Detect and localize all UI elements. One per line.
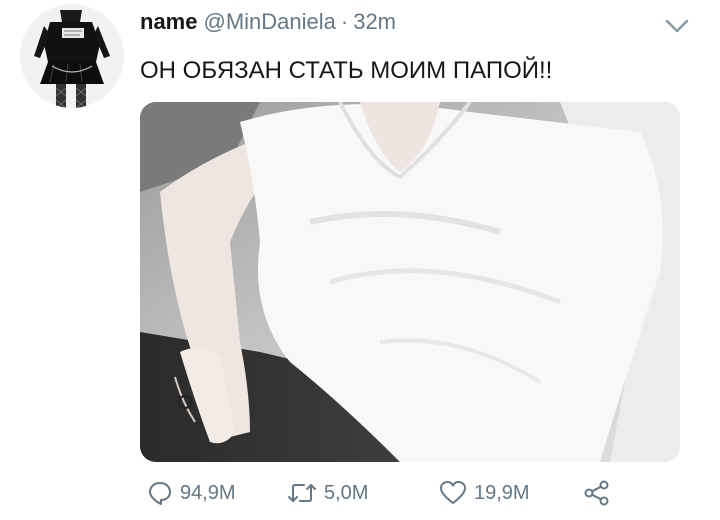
display-name[interactable]: name bbox=[140, 9, 197, 34]
tweet-header: name @MinDaniela · 32m bbox=[140, 8, 396, 36]
retweet-count: 5,0M bbox=[324, 481, 369, 504]
retweet-icon bbox=[288, 484, 316, 502]
reply-count: 94,9M bbox=[180, 481, 236, 504]
avatar[interactable] bbox=[20, 4, 124, 108]
share-button[interactable] bbox=[582, 476, 618, 510]
tweet-media-image[interactable] bbox=[140, 102, 680, 462]
share-icon bbox=[584, 480, 609, 506]
retweet-button[interactable]: 5,0M bbox=[286, 476, 368, 510]
timestamp[interactable]: 32m bbox=[353, 9, 396, 34]
avatar-image bbox=[20, 4, 124, 108]
like-count: 19,9M bbox=[474, 481, 530, 504]
user-handle[interactable]: @MinDaniela bbox=[203, 9, 335, 34]
heart-icon bbox=[440, 481, 466, 504]
separator-dot: · bbox=[340, 9, 349, 34]
tweet-text: ОН ОБЯЗАН СТАТЬ МОИМ ПАПОЙ!! bbox=[140, 57, 553, 84]
reply-icon bbox=[149, 482, 171, 505]
tweet: name @MinDaniela · 32m ОН ОБЯЗАН СТАТЬ МОИМ… bbox=[0, 0, 720, 520]
tweet-actions: 94,9M 5,0M 19,9M bbox=[140, 476, 680, 510]
reply-button[interactable]: 94,9M bbox=[146, 476, 236, 510]
like-button[interactable]: 19,9M bbox=[438, 476, 530, 510]
chevron-down-icon[interactable] bbox=[664, 16, 690, 36]
